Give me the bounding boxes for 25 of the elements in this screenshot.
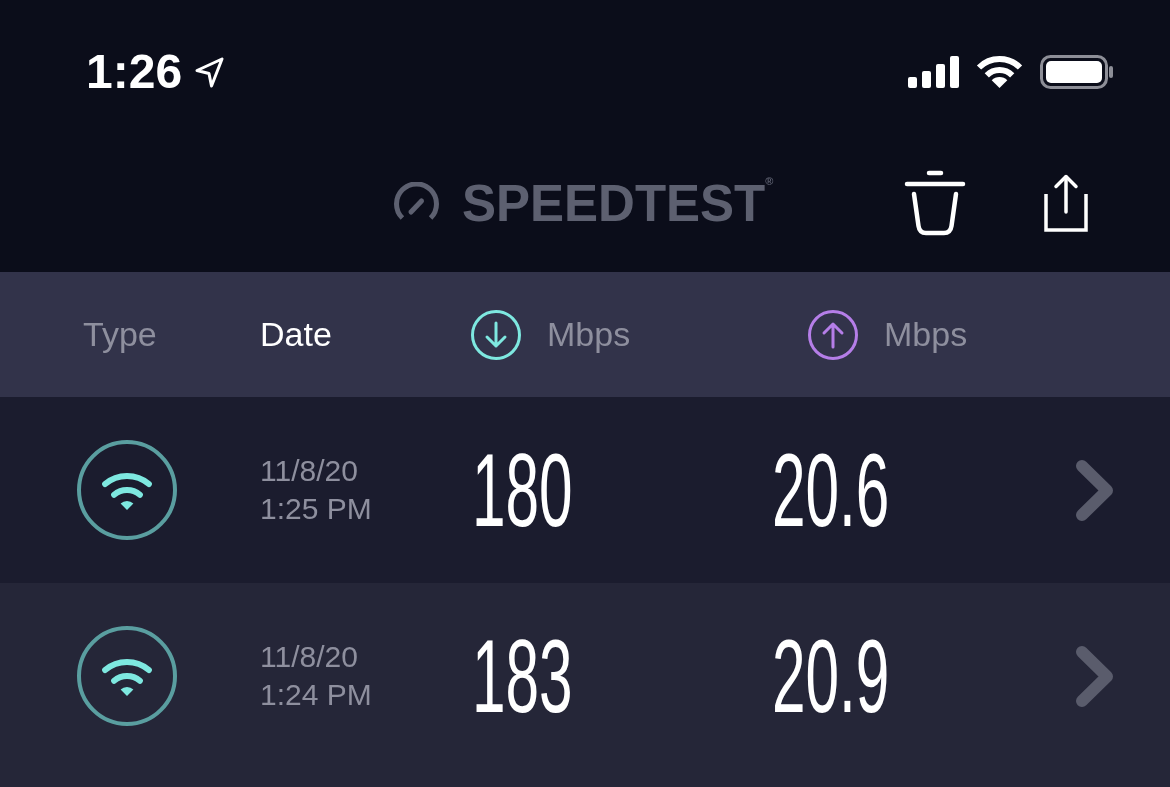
test-time: 1:25 PM (260, 491, 372, 527)
wifi-icon (976, 55, 1023, 89)
chevron-right-icon (1075, 644, 1114, 708)
test-date: 11/8/20 (260, 453, 358, 489)
test-date: 11/8/20 (260, 639, 358, 675)
battery-icon (1040, 55, 1113, 89)
share-icon[interactable] (1043, 173, 1089, 233)
column-header[interactable]: Mbps (808, 309, 968, 360)
location-arrow-icon (194, 55, 226, 89)
column-header[interactable]: Date (260, 314, 332, 355)
download-speed: 183 (472, 624, 573, 728)
signal-icon (908, 56, 959, 88)
logo-wordmark: SPEEDTEST$^{®}$ (462, 177, 774, 229)
trash-icon[interactable] (904, 170, 966, 236)
wifi-circle-icon (77, 440, 177, 540)
status-time: 1:26 (86, 48, 183, 96)
upload-speed: 20.6 (772, 438, 890, 542)
chevron-right-icon (1075, 458, 1114, 522)
column-header[interactable]: Mbps (471, 309, 631, 360)
wifi-circle-icon (77, 626, 177, 726)
test-time: 1:24 PM (260, 677, 372, 713)
column-header[interactable]: Type (83, 314, 157, 355)
download-speed: 180 (472, 438, 573, 542)
upload-speed: 20.9 (772, 624, 890, 728)
result-row[interactable]: 11/8/20 1:25 PM 180 20.6 (0, 397, 1170, 583)
